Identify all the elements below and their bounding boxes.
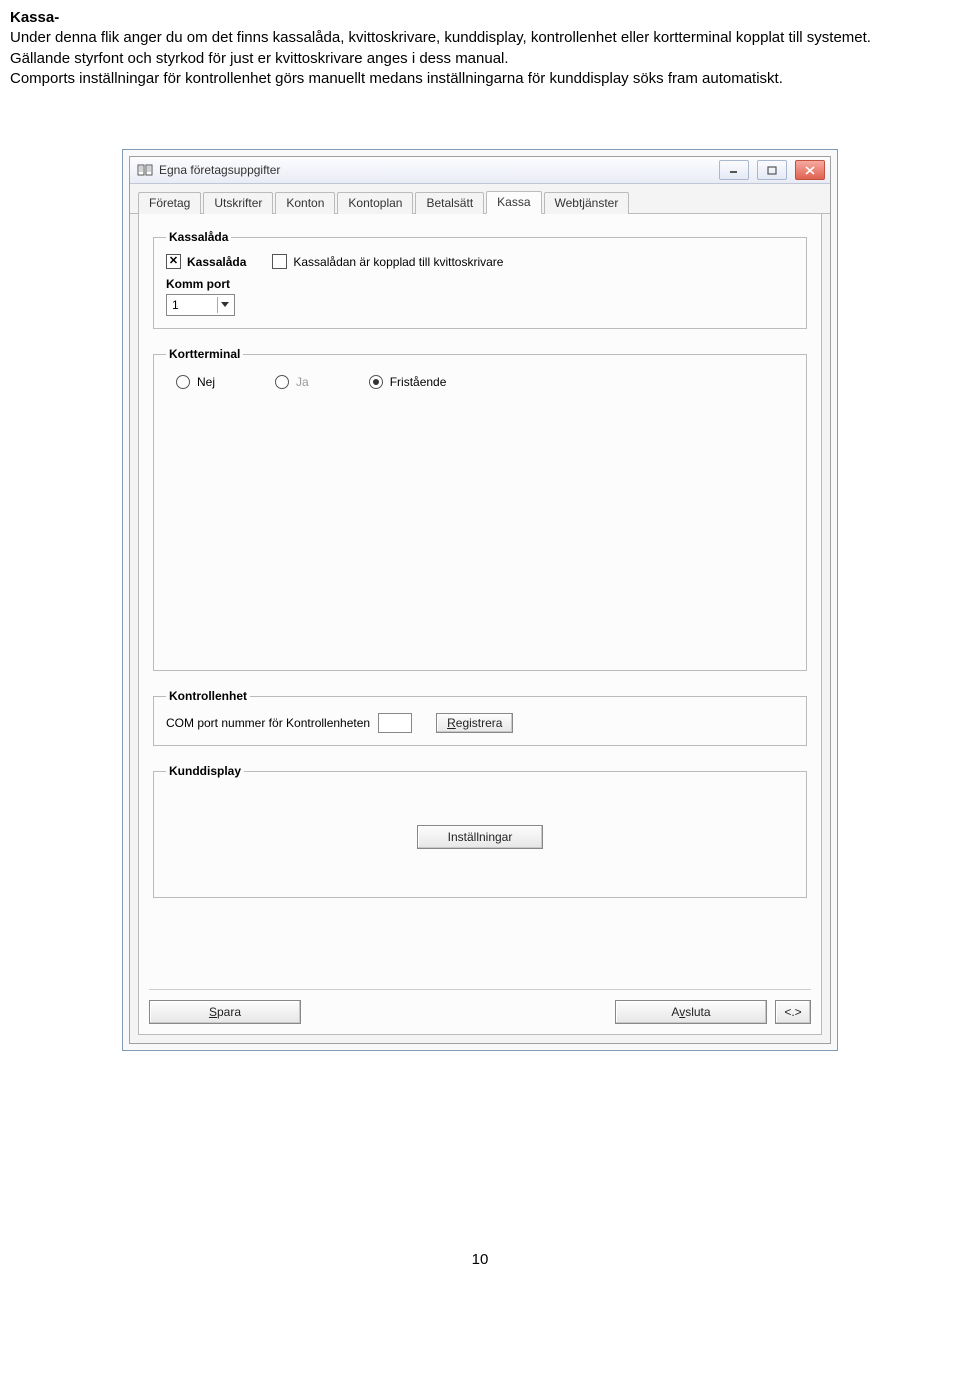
dialog-wrapper: Egna företagsuppgifter Företag Utskrifte… xyxy=(122,149,838,1051)
kunddisplay-group: Kunddisplay Inställningar xyxy=(153,764,807,898)
tab-kassa[interactable]: Kassa xyxy=(486,191,541,214)
page-number: 10 xyxy=(10,1251,950,1268)
komm-port-label: Komm port xyxy=(166,277,794,291)
checkbox-icon xyxy=(272,254,287,269)
kortterminal-ja-radio[interactable]: Ja xyxy=(275,375,309,389)
save-button[interactable]: Spara xyxy=(149,1000,301,1024)
kortterminal-nej-radio[interactable]: Nej xyxy=(176,375,215,389)
tab-betalsatt[interactable]: Betalsätt xyxy=(415,192,484,214)
window-title: Egna företagsuppgifter xyxy=(159,163,711,177)
kortterminal-nej-label: Nej xyxy=(197,375,215,389)
tab-strip: Företag Utskrifter Konton Kontoplan Beta… xyxy=(130,184,830,214)
kassalada-checkbox[interactable]: ✕ Kassalåda xyxy=(166,254,246,269)
kassalada-group: Kassalåda ✕ Kassalåda Kassalådan är kopp… xyxy=(153,230,807,329)
intro-line3: Comports inställningar för kontrollenhet… xyxy=(10,70,783,87)
tab-kontoplan[interactable]: Kontoplan xyxy=(337,192,413,214)
tab-konton[interactable]: Konton xyxy=(275,192,335,214)
close-dialog-button[interactable]: Avsluta xyxy=(615,1000,767,1024)
kassalada-kvitto-label: Kassalådan är kopplad till kvittoskrivar… xyxy=(293,255,503,269)
intro-heading: Kassa- xyxy=(10,9,59,26)
radio-icon xyxy=(275,375,289,389)
kortterminal-legend: Kortterminal xyxy=(166,347,243,361)
kassalada-kvitto-checkbox[interactable]: Kassalådan är kopplad till kvittoskrivar… xyxy=(272,254,503,269)
kontrollenhet-label: COM port nummer för Kontrollenheten xyxy=(166,716,370,730)
kassalada-legend: Kassalåda xyxy=(166,230,231,244)
close-button[interactable] xyxy=(795,160,825,180)
tab-utskrifter[interactable]: Utskrifter xyxy=(203,192,273,214)
nav-button[interactable]: <.> xyxy=(775,1000,811,1024)
bottom-button-bar: Spara Avsluta <.> xyxy=(149,989,811,1024)
installningar-button[interactable]: Inställningar xyxy=(417,825,544,849)
intro-line1: Under denna flik anger du om det finns k… xyxy=(10,29,871,46)
registrera-button[interactable]: Registrera xyxy=(436,713,513,733)
kunddisplay-legend: Kunddisplay xyxy=(166,764,244,778)
intro-line2: Gällande styrfont och styrkod för just e… xyxy=(10,50,509,67)
checkbox-icon: ✕ xyxy=(166,254,181,269)
intro-text: Kassa- Under denna flik anger du om det … xyxy=(10,8,950,89)
kassalada-checkbox-label: Kassalåda xyxy=(187,255,246,269)
kontrollenhet-port-input[interactable] xyxy=(378,713,412,733)
radio-icon xyxy=(369,375,383,389)
titlebar: Egna företagsuppgifter xyxy=(130,157,830,184)
maximize-button[interactable] xyxy=(757,160,787,180)
company-settings-dialog: Egna företagsuppgifter Företag Utskrifte… xyxy=(129,156,831,1044)
kortterminal-group: Kortterminal Nej Ja Fristående xyxy=(153,347,807,671)
book-icon xyxy=(137,163,153,177)
tab-foretag[interactable]: Företag xyxy=(138,192,201,214)
chevron-down-icon xyxy=(217,297,232,313)
kontrollenhet-group: Kontrollenhet COM port nummer för Kontro… xyxy=(153,689,807,746)
minimize-button[interactable] xyxy=(719,160,749,180)
tab-body: Kassalåda ✕ Kassalåda Kassalådan är kopp… xyxy=(138,214,822,1035)
tab-webtjanster[interactable]: Webtjänster xyxy=(544,192,630,214)
kortterminal-fristaende-radio[interactable]: Fristående xyxy=(369,375,447,389)
komm-port-value: 1 xyxy=(172,298,179,312)
komm-port-select[interactable]: 1 xyxy=(166,294,235,316)
radio-icon xyxy=(176,375,190,389)
kortterminal-fristaende-label: Fristående xyxy=(390,375,447,389)
kontrollenhet-legend: Kontrollenhet xyxy=(166,689,250,703)
kortterminal-ja-label: Ja xyxy=(296,375,309,389)
